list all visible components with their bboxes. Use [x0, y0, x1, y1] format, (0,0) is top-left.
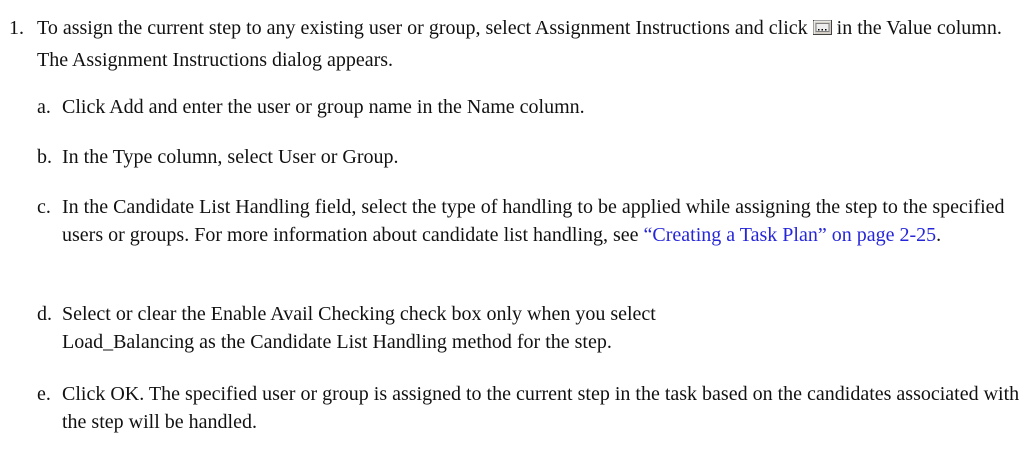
substep-letter: e.: [37, 383, 51, 405]
step-text-before-icon: To assign the current step to any existi…: [37, 17, 808, 39]
substep-e: e. Click OK. The specified user or group…: [37, 380, 1027, 436]
substep-d: d. Select or clear the Enable Avail Chec…: [37, 300, 1027, 356]
ellipsis-button-icon: [812, 13, 832, 35]
substep-text: Select or clear the Enable Avail Checkin…: [62, 303, 656, 353]
substep-letter: b.: [37, 146, 52, 168]
substep-letter: c.: [37, 196, 51, 218]
substep-c: c. In the Candidate List Handling field,…: [37, 193, 1027, 249]
substep-text: Click OK. The specified user or group is…: [62, 383, 1020, 433]
substep-text: In the Type column, select User or Group…: [62, 146, 399, 168]
substep-text: Click Add and enter the user or group na…: [62, 96, 585, 118]
substep-letter: d.: [37, 303, 52, 325]
cross-reference-link[interactable]: “Creating a Task Plan” on page 2-25: [644, 224, 937, 246]
substep-letter: a.: [37, 96, 51, 118]
step-text: To assign the current step to any existi…: [37, 12, 1027, 76]
substep-text: In the Candidate List Handling field, se…: [62, 193, 1027, 249]
substep-a: a. Click Add and enter the user or group…: [37, 93, 1027, 121]
step-number: 1.: [9, 17, 24, 39]
substep-b: b. In the Type column, select User or Gr…: [37, 143, 1027, 171]
substep-c-text-end: .: [936, 224, 942, 246]
